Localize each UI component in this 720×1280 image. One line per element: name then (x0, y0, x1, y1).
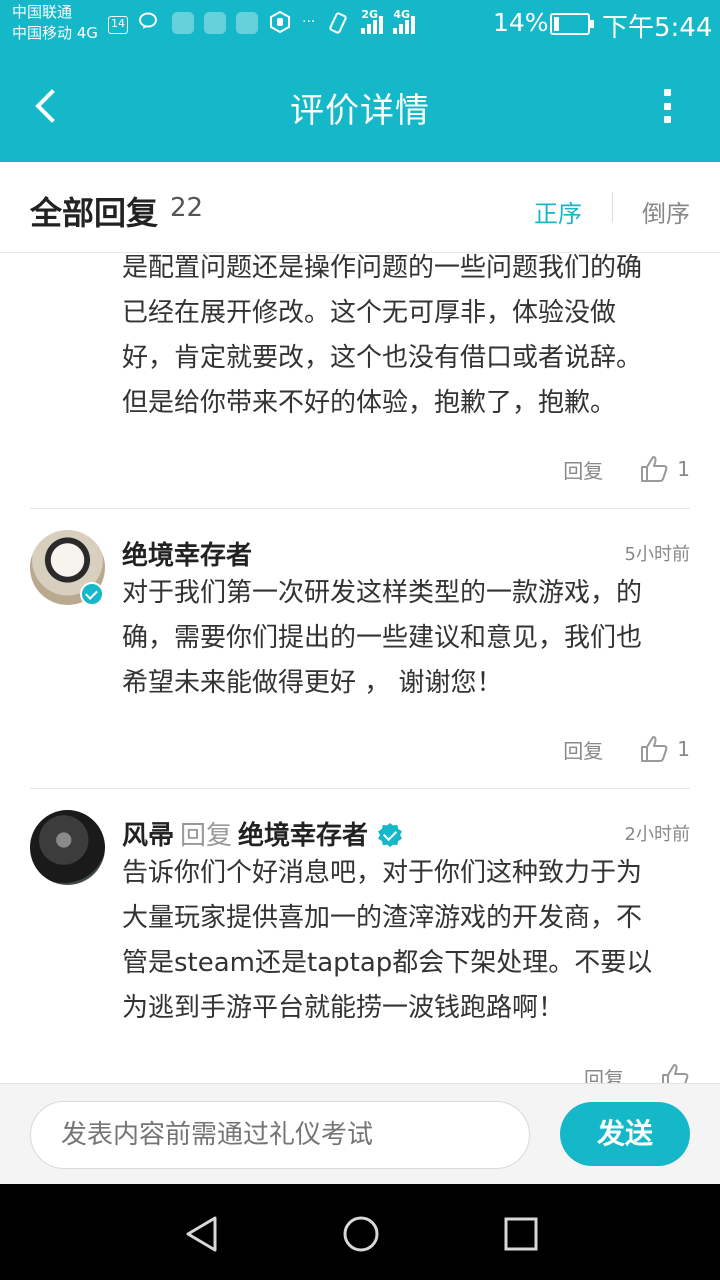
comment-text: 对于我们第一次研发这样类型的一款游戏，的 确，需要你们提出的一些建议和意见，我们… (122, 571, 692, 706)
reply-button[interactable]: 回复 (584, 1063, 624, 1084)
sort-divider (612, 192, 613, 222)
comment-input[interactable] (30, 1101, 530, 1169)
comment-divider (30, 508, 690, 509)
all-replies-label: 全部回复 (30, 194, 159, 232)
comment-author[interactable]: 绝境幸存者 (122, 535, 252, 572)
reply-target[interactable]: 绝境幸存者 (238, 821, 368, 851)
carrier-1: 中国联通 (12, 3, 73, 21)
app-icon (172, 12, 194, 34)
comment-line: 告诉你们个好消息吧，对于你们这种致力于为 (122, 858, 643, 888)
avatar[interactable] (30, 810, 105, 885)
net-2g: 2G (361, 8, 379, 21)
like-count: 1 (677, 457, 690, 481)
like-count: 1 (677, 737, 690, 761)
battery-icon (550, 13, 594, 35)
comment-composer: 发送 (0, 1083, 720, 1184)
hand-icon (268, 10, 292, 36)
comment-line: 为逃到手游平台就能捞一波钱跑路啊！ (122, 993, 565, 1023)
comment-line: 好，肯定就要改，这个也没有借口或者说辞。 (122, 343, 643, 373)
verified-badge-icon (378, 823, 402, 847)
wechat-icon (138, 10, 162, 36)
comment-list[interactable]: 是配置问题还是操作问题的一些问题我们的确 已经在展开修改。这个无可厚非，体验没做… (0, 253, 720, 1083)
system-nav-bar (0, 1184, 720, 1280)
nav-recents-icon[interactable] (501, 1214, 541, 1254)
send-button[interactable]: 发送 (560, 1102, 690, 1166)
comment-line: 已经在展开修改。这个无可厚非，体验没做 (122, 298, 617, 328)
verified-badge-icon (80, 582, 104, 606)
signal-4g-icon: 4G (393, 8, 416, 34)
comment-author[interactable]: 风帚 (122, 821, 174, 851)
carrier-info: 中国联通 中国移动 4G (12, 2, 98, 44)
thumbs-up-icon (641, 456, 668, 482)
comment-line: 大量玩家提供喜加一的渣滓游戏的开发商，不 (122, 903, 643, 933)
more-notifications-icon: ··· (302, 14, 316, 30)
clock: 下午5:44 (602, 13, 713, 43)
like-button[interactable]: 1 (639, 454, 690, 484)
status-bar: 中国联通 中国移动 4G 14 ··· 2G 4G 14% 下午5:44 (0, 0, 720, 50)
reply-sort-bar: 全部回复 22 正序 倒序 (0, 162, 720, 253)
notification-icons: 14 ··· 2G 4G (108, 8, 416, 36)
comment-actions: 回复 1 (563, 732, 690, 766)
net-4g: 4G (393, 8, 411, 21)
store-icon (204, 12, 226, 34)
comment-line: 对于我们第一次研发这样类型的一款游戏，的 (122, 578, 643, 608)
sort-ascending-tab[interactable]: 正序 (534, 194, 582, 229)
comment-author-line: 风帚 回复 绝境幸存者 (122, 815, 402, 852)
comment-line: 是配置问题还是操作问题的一些问题我们的确 (122, 253, 643, 283)
comment-actions: 回复 1 (563, 452, 690, 486)
sort-descending-tab[interactable]: 倒序 (642, 194, 690, 229)
huawei-icon (236, 12, 258, 34)
carrier-2: 中国移动 4G (12, 24, 98, 42)
battery-percent: 14% (493, 8, 549, 37)
thumbs-up-icon (641, 736, 668, 762)
comment-text: 告诉你们个好消息吧，对于你们这种致力于为 大量玩家提供喜加一的渣滓游戏的开发商，… (122, 851, 692, 1031)
vibrate-icon (325, 10, 351, 36)
like-button[interactable]: 1 (639, 734, 690, 764)
notification-count-icon: 14 (108, 16, 128, 34)
signal-2g-icon: 2G (361, 8, 384, 34)
comment-divider (30, 788, 690, 789)
comment-line: 管是steam还是taptap都会下架处理。不要以 (122, 948, 653, 978)
comment-text: 是配置问题还是操作问题的一些问题我们的确 已经在展开修改。这个无可厚非，体验没做… (122, 253, 692, 426)
reply-button[interactable]: 回复 (563, 735, 603, 764)
thumbs-up-icon (662, 1064, 689, 1083)
comment-time: 5小时前 (624, 544, 690, 565)
page-title: 评价详情 (290, 91, 430, 131)
reply-word: 回复 (180, 821, 233, 851)
comment-line: 希望未来能做得更好 ， 谢谢您！ (122, 668, 503, 698)
reply-button[interactable]: 回复 (563, 455, 603, 484)
comment-actions: 回复 (584, 1060, 690, 1083)
like-button[interactable] (660, 1062, 690, 1083)
comment-line: 确，需要你们提出的一些建议和意见，我们也 (122, 623, 643, 653)
reply-count: 22 (170, 193, 204, 223)
comment-time: 2小时前 (624, 824, 690, 845)
comment-line: 但是给你带来不好的体验，抱歉了，抱歉。 (122, 388, 617, 418)
nav-back-icon[interactable] (182, 1214, 222, 1254)
more-options-icon[interactable] (652, 86, 682, 126)
app-bar: 评价详情 (0, 50, 720, 162)
nav-home-icon[interactable] (341, 1214, 381, 1254)
